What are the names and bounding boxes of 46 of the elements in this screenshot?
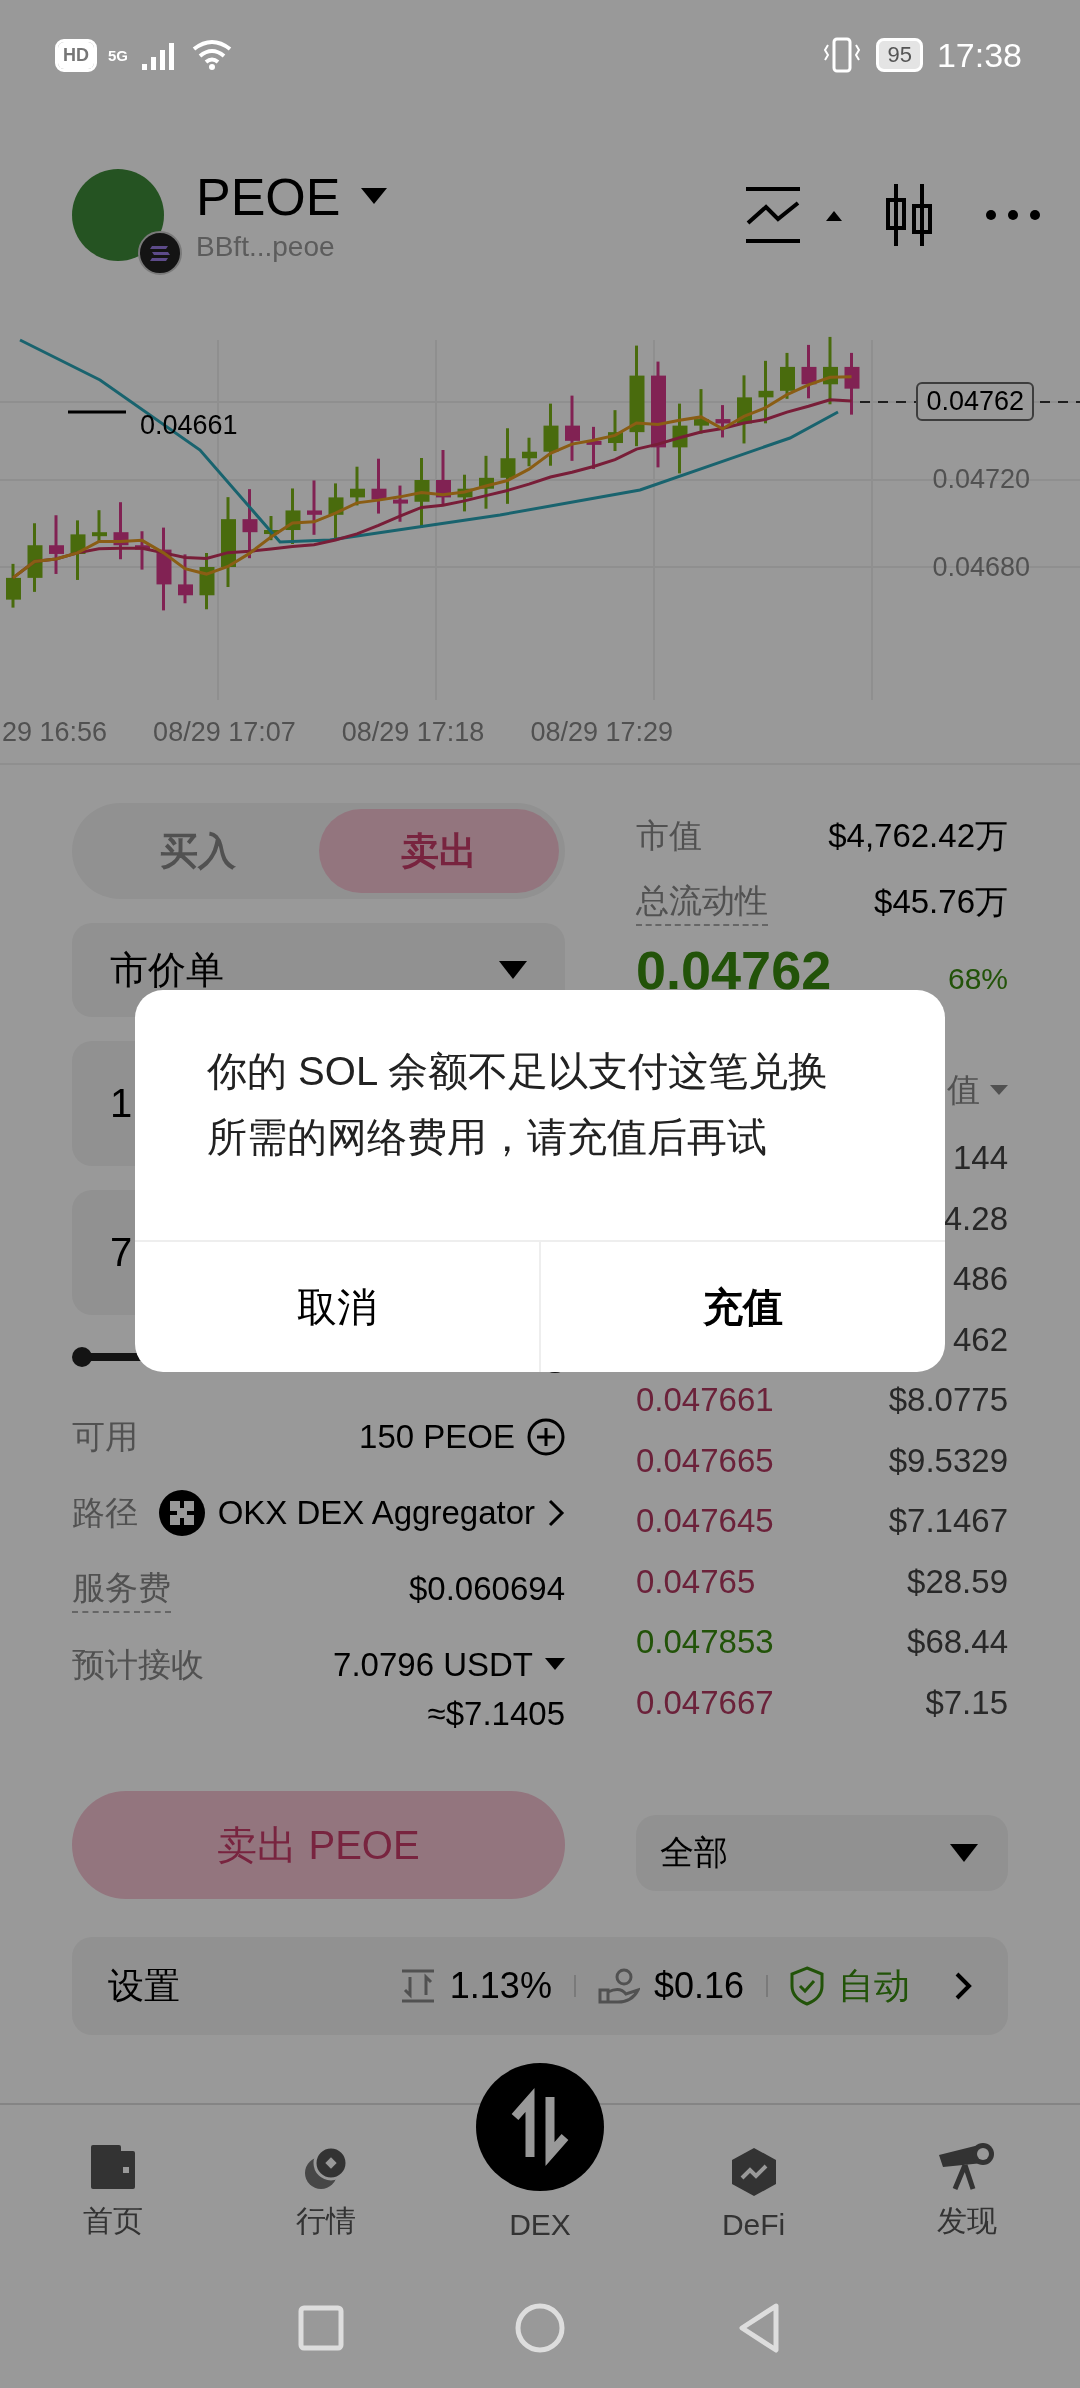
trade-price: 0.047665 xyxy=(636,1441,774,1480)
trade-value: $7.1467 xyxy=(888,1502,1008,1541)
y-axis-label: 0.04680 xyxy=(932,552,1030,583)
detail-label: 服务费 xyxy=(72,1565,171,1613)
x-axis-label: 29 16:56 xyxy=(2,717,108,748)
fee-value: $0.16 xyxy=(653,1965,744,2007)
trade-value: $9.5329 xyxy=(888,1441,1008,1480)
trade-price: 0.04765 xyxy=(636,1562,756,1601)
trade-value: 462 xyxy=(952,1320,1008,1359)
x-axis-label: 08/29 17:29 xyxy=(530,717,674,748)
hd-icon: HD xyxy=(58,41,94,69)
detail-label: 可用 xyxy=(72,1416,138,1457)
current-price: 0.04762 xyxy=(636,939,832,1001)
trade-value: $8.0775 xyxy=(888,1381,1008,1420)
trade-price: 0.047853 xyxy=(636,1623,774,1662)
x-axis-label: 08/29 17:18 xyxy=(341,717,485,748)
detail-label: 预计接收 xyxy=(72,1644,204,1685)
stat-label: 总流动性 xyxy=(636,878,768,926)
trade-value: $28.59 xyxy=(907,1562,1008,1601)
trade-value: $68.44 xyxy=(907,1623,1008,1662)
slippage-value: 1.13% xyxy=(449,1965,552,2007)
x-axis-label: 08/29 17:07 xyxy=(153,717,296,748)
token-address: BBft...peoe xyxy=(196,231,336,263)
stat-value: $4,762.42万 xyxy=(828,815,1008,856)
trade-value: 144 xyxy=(952,1139,1008,1178)
stat-value: $45.76万 xyxy=(874,881,1008,922)
trade-price: 0.047667 xyxy=(636,1683,774,1722)
mode-value: 自动 xyxy=(838,1963,910,2008)
stat-label: 市值 xyxy=(636,815,702,856)
price-change: 68% xyxy=(947,962,1008,996)
trade-value: $7.15 xyxy=(925,1683,1008,1722)
battery-icon: 95 xyxy=(876,38,923,72)
trade-value: 4.28 xyxy=(943,1199,1008,1238)
current-price-tag: 0.04762 xyxy=(916,382,1034,421)
dialog-message: 你的 SOL 余额不足以支付这笔兑换所需的网络费用，请充值后再试 xyxy=(206,1048,829,1161)
settings-label: 设置 xyxy=(108,1963,180,2008)
detail-label: 路径 xyxy=(72,1492,138,1533)
trade-price: 0.047661 xyxy=(636,1381,774,1420)
clock-time: 17:38 xyxy=(936,35,1022,75)
trade-price: 0.047645 xyxy=(636,1502,774,1541)
network-label: 5G xyxy=(108,46,128,64)
detail-value: $0.060694 xyxy=(409,1570,565,1608)
detail-subvalue: ≈$7.1405 xyxy=(427,1695,565,1733)
trade-value: 486 xyxy=(952,1260,1008,1299)
y-axis-label: 0.04720 xyxy=(932,464,1030,495)
detail-value: 150 PEOE xyxy=(359,1418,515,1456)
